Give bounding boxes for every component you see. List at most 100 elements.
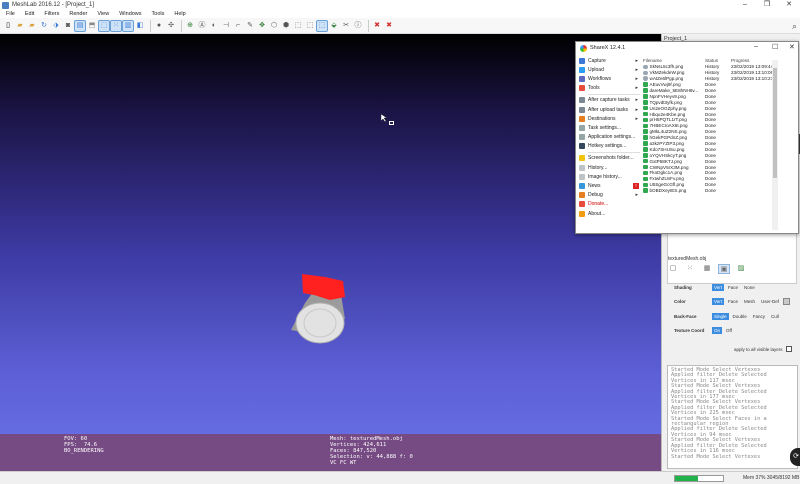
- column-progress[interactable]: Progress: [731, 58, 789, 63]
- new-project-icon[interactable]: ▯: [3, 21, 13, 31]
- bbox-icon[interactable]: ⬚: [98, 19, 110, 32]
- cell-filename: AEuvVwj9f.png: [643, 82, 705, 87]
- menu-view[interactable]: View: [93, 11, 113, 17]
- select-connected-icon[interactable]: ⬢: [281, 21, 291, 31]
- import-mesh-icon[interactable]: ▰: [27, 21, 37, 31]
- viewport-hud-left: FOV: 60 FPS: 74.6 BO_RENDERING: [64, 436, 104, 454]
- menu-render[interactable]: Render: [65, 11, 91, 17]
- show-raster-icon[interactable]: ⬒: [87, 21, 97, 31]
- sharex-menu-item[interactable]: About...: [578, 209, 640, 218]
- box-mode-icon[interactable]: ▢: [667, 264, 679, 274]
- texture-mode-icon[interactable]: ▨: [735, 264, 747, 274]
- points-mode-icon[interactable]: ⁙: [684, 264, 696, 274]
- menu-item-label: Upload: [588, 66, 604, 73]
- measure-icon[interactable]: ◐: [209, 21, 219, 31]
- shading-face-option[interactable]: Face: [726, 284, 740, 291]
- select-vertices-icon[interactable]: ⬚: [305, 21, 315, 31]
- filename-text: prH5PQTL1rT.png: [649, 117, 687, 123]
- backface-single-option[interactable]: Single: [712, 313, 729, 320]
- close-button[interactable]: ✕: [778, 0, 800, 10]
- texture-off-option[interactable]: Off: [724, 327, 734, 334]
- done-check-icon: [643, 117, 648, 123]
- sharex-maximize-button[interactable]: ☐: [772, 43, 778, 51]
- sharex-menu-item[interactable]: History...: [578, 163, 640, 172]
- sharex-menu-item[interactable]: News!: [578, 181, 640, 190]
- delete-faces-icon[interactable]: ✂: [341, 21, 351, 31]
- backface-double-option[interactable]: Double: [731, 313, 749, 320]
- menu-edit[interactable]: Edit: [21, 11, 38, 17]
- color-face-option[interactable]: Face: [726, 298, 740, 305]
- column-status[interactable]: Status: [705, 58, 731, 63]
- wire-mode-icon[interactable]: ▦: [701, 264, 713, 274]
- wireframe-icon[interactable]: ▥: [122, 19, 134, 32]
- sharex-menu-item[interactable]: Hotkey settings...: [578, 142, 640, 151]
- texture-on-option[interactable]: On: [712, 327, 723, 334]
- sharex-scrollbar[interactable]: [772, 60, 778, 230]
- toolbar-separator: [150, 19, 151, 32]
- color-user-def-option[interactable]: User-Def: [759, 298, 781, 305]
- points-icon[interactable]: ⁙: [110, 19, 122, 32]
- flat-icon[interactable]: ◧: [135, 21, 145, 31]
- sharex-menu-item[interactable]: Tools ▸: [578, 84, 640, 93]
- sharex-menu-item[interactable]: Application settings...: [578, 133, 640, 142]
- sharex-menu-item[interactable]: After upload tasks ▸: [578, 105, 640, 114]
- select-faces-icon[interactable]: ⬚: [293, 21, 303, 31]
- delete-selected-vertices-icon[interactable]: ✖: [384, 21, 394, 31]
- info-icon[interactable]: ⓘ: [353, 21, 363, 31]
- floating-action-button[interactable]: ⟳: [790, 448, 800, 466]
- sharex-menu-item[interactable]: Donate...: [578, 200, 640, 209]
- search-icon[interactable]: ⌕: [792, 21, 797, 32]
- menu-item-icon: [579, 210, 585, 217]
- menu-windows[interactable]: Windows: [115, 11, 145, 17]
- apply-all-checkbox[interactable]: [785, 346, 792, 352]
- snapshot-icon[interactable]: ◙: [63, 21, 73, 31]
- sharex-menu-item[interactable]: Image history...: [578, 172, 640, 181]
- menu-filters[interactable]: Filters: [40, 11, 63, 17]
- paint-brush-icon[interactable]: ✎: [245, 21, 255, 31]
- minimize-button[interactable]: –: [734, 0, 756, 10]
- light-icon[interactable]: ✣: [166, 21, 176, 31]
- sharex-close-button[interactable]: ✕: [789, 43, 795, 51]
- reload-icon[interactable]: ↻: [39, 21, 49, 31]
- scrollbar-thumb[interactable]: [773, 68, 777, 178]
- maximize-button[interactable]: ❐: [756, 0, 778, 10]
- color-vert-option[interactable]: Vert: [712, 298, 725, 305]
- shading-vert-option[interactable]: Vert: [712, 284, 725, 291]
- manipulator-icon[interactable]: ⬡: [269, 21, 279, 31]
- column-filename[interactable]: Filename: [643, 58, 705, 63]
- ruler-icon[interactable]: ⌐: [233, 21, 243, 31]
- trackball-icon[interactable]: ●: [154, 21, 164, 31]
- cell-status: Done: [705, 111, 716, 117]
- menu-help[interactable]: Help: [170, 11, 189, 17]
- sharex-minimize-button[interactable]: –: [754, 43, 758, 50]
- pick-points-icon[interactable]: ✥: [257, 21, 267, 31]
- open-project-icon[interactable]: ▰: [15, 21, 25, 31]
- show-layers-icon[interactable]: ▤: [74, 19, 86, 32]
- cell-status: Done: [705, 123, 716, 129]
- color-swatch[interactable]: [783, 298, 791, 305]
- backface-cull-option[interactable]: Cull: [769, 313, 781, 320]
- sharex-menu-item[interactable]: Destinations ▸: [578, 114, 640, 123]
- solid-mode-icon[interactable]: ▣: [718, 264, 730, 274]
- delete-selected-faces-icon[interactable]: ✖: [372, 21, 382, 31]
- 3d-viewport[interactable]: FOV: 60 FPS: 74.6 BO_RENDERING Mesh: tex…: [0, 34, 661, 471]
- backface-fancy-option[interactable]: Fancy: [751, 313, 767, 320]
- log-window[interactable]: Started Mode Select Vertexes Applied fil…: [667, 365, 798, 469]
- select-region-icon[interactable]: ⬚: [316, 19, 328, 32]
- sharex-menu-item[interactable]: Upload ▸: [578, 65, 640, 74]
- export-mesh-icon[interactable]: ⬗: [51, 21, 61, 31]
- shading-none-option[interactable]: None: [742, 284, 757, 291]
- sharex-menu-item[interactable]: Workflows ▸: [578, 74, 640, 83]
- align-icon[interactable]: ⊣: [221, 21, 231, 31]
- sharex-menu-item[interactable]: Task settings...: [578, 123, 640, 132]
- menu-tools[interactable]: Tools: [148, 11, 169, 17]
- menu-file[interactable]: File: [2, 11, 19, 17]
- globe-icon[interactable]: ⊕: [185, 21, 195, 31]
- sharex-menu-item[interactable]: After capture tasks ▸: [578, 96, 640, 105]
- select-cc-icon[interactable]: ⬙: [329, 21, 339, 31]
- sharex-menu-item[interactable]: Debug ▸: [578, 191, 640, 200]
- annotate-icon[interactable]: Ⓐ: [197, 21, 207, 31]
- sharex-menu-item[interactable]: Screenshots folder...: [578, 154, 640, 163]
- color-mesh-option[interactable]: Mesh: [742, 298, 757, 305]
- sharex-menu-item[interactable]: Capture ▸: [578, 56, 640, 65]
